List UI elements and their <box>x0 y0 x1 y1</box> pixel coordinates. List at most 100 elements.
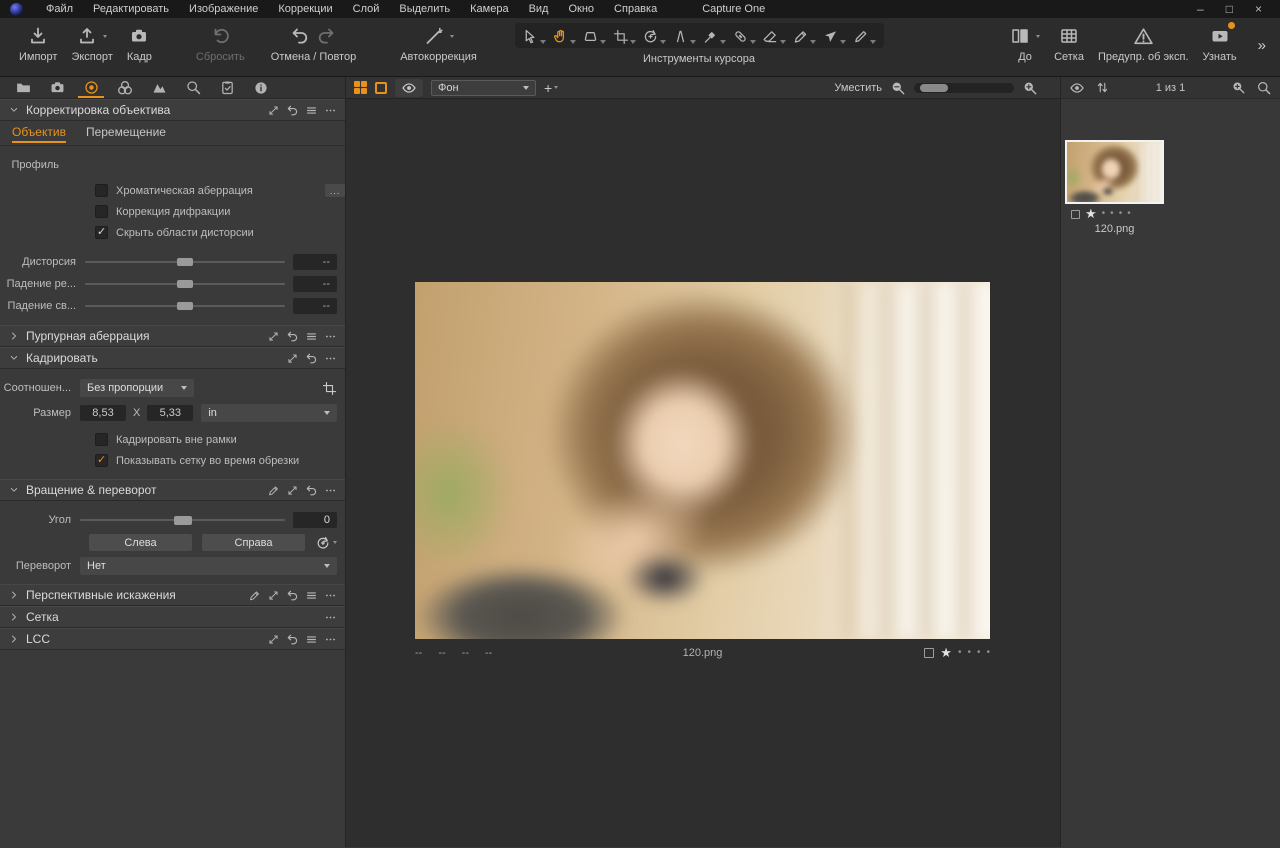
more-tools-chevrons[interactable]: » <box>1244 23 1276 54</box>
undo-icon[interactable] <box>290 26 310 46</box>
browser-zoom-icon[interactable] <box>1231 80 1246 95</box>
menu-camera[interactable]: Камера <box>461 1 517 17</box>
before-after-button[interactable]: До <box>1003 23 1047 65</box>
section-lcc-header[interactable]: LCC <box>0 628 345 650</box>
section-rotation-flip-header[interactable]: Вращение & переворот <box>0 479 345 501</box>
cursor-tool-select-icon[interactable] <box>520 25 549 46</box>
learn-button[interactable]: Узнать <box>1196 22 1244 65</box>
menu-edit[interactable]: Редактировать <box>84 1 178 17</box>
crop-height-input[interactable]: 5,33 <box>147 405 194 421</box>
tab-capture-camera-icon[interactable] <box>42 77 72 98</box>
zoom-slider[interactable] <box>914 82 1014 93</box>
menu-window[interactable]: Окно <box>559 1 603 17</box>
sharpness-falloff-value[interactable]: -- <box>293 276 337 292</box>
hide-distortion-areas-checkbox[interactable] <box>95 225 108 239</box>
single-view-icon[interactable] <box>375 81 387 94</box>
chromatic-aberration-more-button[interactable]: ... <box>325 184 345 197</box>
menu-layer[interactable]: Слой <box>344 1 389 17</box>
crop-tool-icon[interactable] <box>322 381 337 396</box>
presets-menu-icon[interactable] <box>305 330 318 343</box>
section-crop-header[interactable]: Кадрировать <box>0 347 345 369</box>
menu-help[interactable]: Справка <box>605 1 666 17</box>
expand-icon[interactable] <box>267 589 280 602</box>
capture-button[interactable]: Кадр <box>120 23 159 65</box>
thumbnail-cell[interactable]: ★ • • • • 120.png <box>1065 140 1164 235</box>
flip-select[interactable]: Нет <box>80 557 337 575</box>
tab-lens-icon[interactable] <box>76 77 106 98</box>
color-tag-icon[interactable] <box>1071 209 1080 219</box>
tab-library-folder-icon[interactable] <box>8 77 38 98</box>
menu-select[interactable]: Выделить <box>390 1 459 17</box>
background-select[interactable]: Фон <box>431 79 536 96</box>
expand-icon[interactable] <box>267 104 280 117</box>
minimize-button[interactable]: – <box>1197 2 1204 16</box>
rotate-dial-icon[interactable] <box>315 535 337 551</box>
more-options-icon[interactable] <box>324 484 337 497</box>
show-grid-while-cropping-checkbox[interactable] <box>95 453 108 467</box>
cursor-tool-rotate-icon[interactable] <box>640 25 669 46</box>
menu-file[interactable]: Файл <box>37 1 82 17</box>
reset-icon[interactable] <box>286 633 299 646</box>
crop-ratio-select[interactable]: Без пропорции <box>80 379 194 397</box>
more-options-icon[interactable] <box>324 611 337 624</box>
add-clone-icon[interactable]: + <box>544 80 559 96</box>
proof-view-eye-icon[interactable] <box>395 78 423 97</box>
sort-icon[interactable] <box>1095 80 1110 95</box>
tab-metadata-clipboard-icon[interactable] <box>212 77 242 98</box>
section-purple-fringing-header[interactable]: Пурпурная аберрация <box>0 325 345 347</box>
chromatic-aberration-checkbox[interactable] <box>95 184 108 197</box>
expand-icon[interactable] <box>286 352 299 365</box>
pick-tool-icon[interactable] <box>248 589 261 602</box>
tab-details-loupe-icon[interactable] <box>178 77 208 98</box>
pick-tool-icon[interactable] <box>267 484 280 497</box>
presets-menu-icon[interactable] <box>305 104 318 117</box>
more-options-icon[interactable] <box>324 104 337 117</box>
rotate-right-button[interactable]: Справа <box>202 534 305 551</box>
tab-info-icon[interactable] <box>246 77 276 98</box>
cursor-tool-straighten-icon[interactable] <box>670 25 699 46</box>
thumbnail-image[interactable] <box>1065 140 1164 204</box>
section-keystone-header[interactable]: Перспективные искажения <box>0 584 345 606</box>
star-icon[interactable]: ★ <box>1085 207 1097 220</box>
cursor-tool-crop-icon[interactable] <box>610 25 639 46</box>
cursor-tool-draw-mask-icon[interactable] <box>790 25 819 46</box>
light-falloff-value[interactable]: -- <box>293 298 337 314</box>
cursor-tool-keystone-icon[interactable] <box>580 25 609 46</box>
expand-icon[interactable] <box>267 633 280 646</box>
cursor-tool-pan-icon[interactable] <box>550 25 579 46</box>
reset-button[interactable]: Сбросить <box>189 23 252 65</box>
more-options-icon[interactable] <box>324 330 337 343</box>
cursor-tool-heal-icon[interactable] <box>730 25 759 46</box>
cursor-tool-annotate-icon[interactable] <box>850 25 879 46</box>
tab-color-wheels-icon[interactable] <box>110 77 140 98</box>
expand-icon[interactable] <box>286 484 299 497</box>
reset-icon[interactable] <box>286 589 299 602</box>
expand-icon[interactable] <box>267 330 280 343</box>
more-options-icon[interactable] <box>324 633 337 646</box>
rotate-left-button[interactable]: Слева <box>89 534 192 551</box>
light-falloff-slider[interactable] <box>85 299 285 313</box>
tab-styles-icon[interactable] <box>144 77 174 98</box>
export-button[interactable]: Экспорт <box>64 23 119 65</box>
diffraction-correction-checkbox[interactable] <box>95 205 108 218</box>
thumbnail-rating[interactable]: ★ • • • • <box>1065 204 1164 220</box>
autocorrect-button[interactable]: Автокоррекция <box>393 23 484 65</box>
zoom-out-icon[interactable] <box>890 80 906 96</box>
section-grid-header[interactable]: Сетка <box>0 606 345 628</box>
angle-slider[interactable] <box>80 513 285 527</box>
crop-unit-select[interactable]: in <box>201 404 337 422</box>
crop-width-input[interactable]: 8,53 <box>80 405 126 421</box>
reset-icon[interactable] <box>305 352 318 365</box>
section-lens-correction-header[interactable]: Корректировка объектива <box>0 99 345 121</box>
multi-view-icon[interactable] <box>354 81 367 94</box>
distortion-slider[interactable] <box>85 255 285 269</box>
angle-value[interactable]: 0 <box>293 512 337 528</box>
subtab-lens[interactable]: Объектив <box>12 125 66 143</box>
browser-eye-icon[interactable] <box>1069 80 1085 96</box>
import-button[interactable]: Импорт <box>12 23 64 65</box>
subtab-movement[interactable]: Перемещение <box>86 125 166 141</box>
distortion-value[interactable]: -- <box>293 254 337 270</box>
maximize-button[interactable]: □ <box>1226 2 1233 16</box>
cursor-tool-erase-icon[interactable] <box>760 25 789 46</box>
photo[interactable] <box>415 282 990 639</box>
